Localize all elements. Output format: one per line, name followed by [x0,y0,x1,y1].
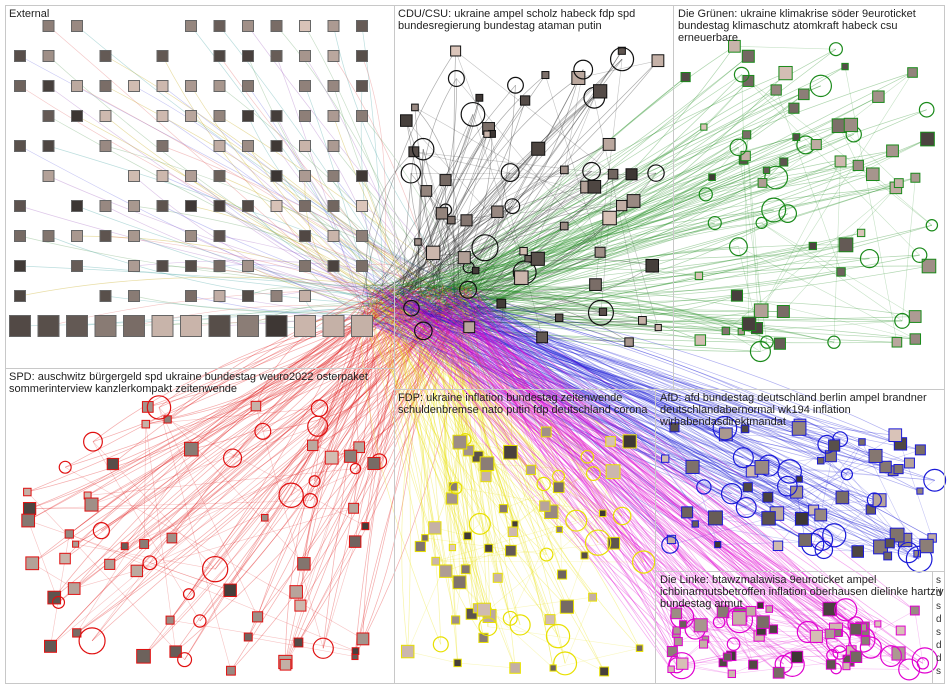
mini-cluster-labels: s d s d s d d s [936,575,942,677]
cluster-box-external [5,5,395,369]
cluster-box-spd [5,368,395,684]
cluster-box-fdp [394,389,656,684]
cluster-box-afd [655,389,945,572]
cluster-box-gruene [673,5,945,390]
cluster-box-cdu [394,5,674,390]
cluster-box-linke [655,571,933,684]
